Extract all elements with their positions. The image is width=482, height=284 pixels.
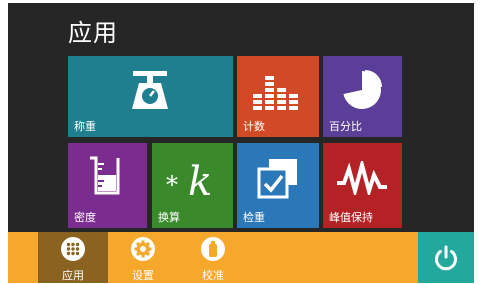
gear-icon: [131, 237, 155, 261]
nav-label: 设置: [132, 269, 154, 282]
tile-percentage[interactable]: 百分比: [323, 56, 402, 137]
nav-calibration[interactable]: 校准: [178, 232, 248, 283]
tile-peak-hold[interactable]: 峰值保持: [323, 143, 402, 228]
nav-label: 校准: [202, 269, 224, 282]
page-title: 应用: [68, 19, 118, 47]
nav-label: 应用: [62, 269, 84, 282]
tile-label: 密度: [74, 211, 96, 224]
nav-apps[interactable]: 应用: [38, 232, 108, 283]
pie-chart-icon: [343, 70, 382, 109]
star-k-icon: * k: [166, 159, 212, 201]
power-button[interactable]: [418, 232, 474, 283]
tile-label: 检重: [243, 211, 265, 224]
peak-wave-icon: [337, 161, 387, 195]
tile-label: 称重: [74, 120, 96, 133]
power-icon: [435, 245, 457, 271]
tile-conversion[interactable]: * k 换算: [152, 143, 233, 228]
app-screen: 应用 称重 计数 百分比 密度 * k 换算 检重 峰值保持 应用 设置 校准: [8, 3, 474, 283]
tile-check-weighing[interactable]: 检重: [237, 143, 319, 228]
weight-icon: [201, 237, 225, 261]
svg-text:k: k: [188, 159, 212, 201]
tile-counting[interactable]: 计数: [237, 56, 319, 137]
tile-density[interactable]: 密度: [68, 143, 147, 228]
tile-label: 换算: [158, 211, 180, 224]
tile-label: 百分比: [329, 120, 362, 133]
grid-dots-icon: [61, 237, 85, 261]
scale-icon: [132, 71, 168, 109]
check-weigh-icon: [257, 159, 297, 199]
nav-settings[interactable]: 设置: [108, 232, 178, 283]
count-bars-icon: [253, 76, 298, 110]
bottom-nav-bar: 应用 设置 校准: [8, 232, 474, 283]
svg-text:*: *: [166, 171, 178, 199]
tile-weighing[interactable]: 称重: [68, 56, 233, 137]
tile-label: 峰值保持: [329, 211, 373, 224]
tile-label: 计数: [243, 120, 265, 133]
beaker-icon: [90, 156, 120, 195]
